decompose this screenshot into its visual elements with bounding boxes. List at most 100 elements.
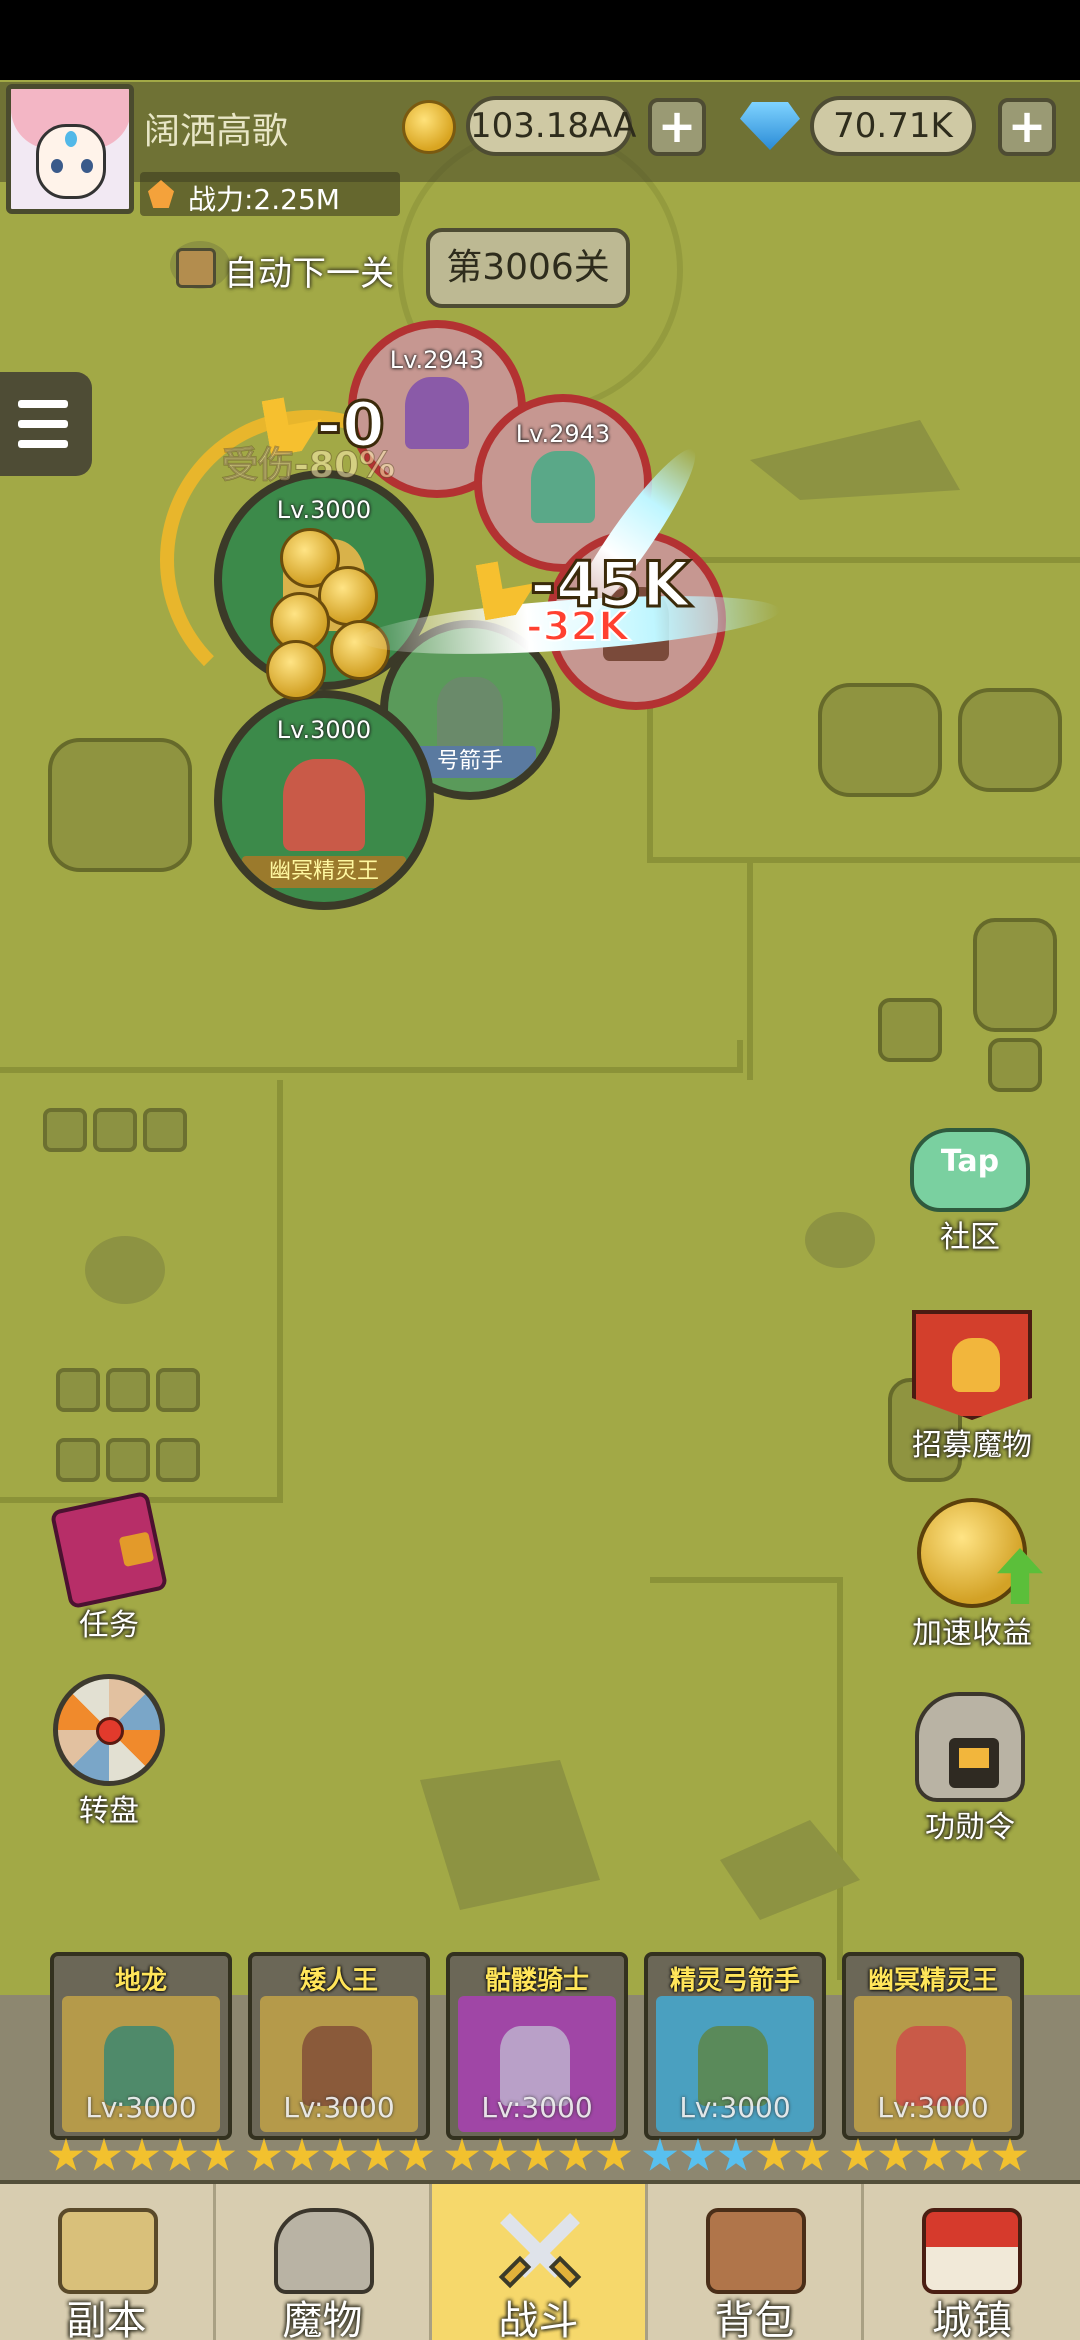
flame-icon — [148, 180, 174, 208]
player-avatar[interactable] — [6, 84, 134, 214]
star-icon — [954, 2138, 990, 2171]
tap-cloud-icon: Tap — [910, 1128, 1030, 1212]
hero-name: 矮人王 — [299, 1966, 378, 1996]
hero-card[interactable]: 矮人王 Lv:3000 — [248, 1952, 430, 2140]
star-icon — [520, 2138, 556, 2171]
star-icon — [642, 2138, 678, 2171]
hero-level: Lv:3000 — [679, 2091, 791, 2124]
star-icon — [680, 2138, 716, 2171]
star-icon — [558, 2138, 594, 2171]
star-icon — [360, 2138, 396, 2171]
hero-stars — [642, 2138, 830, 2174]
enemy-figure — [404, 376, 470, 450]
tab-battle[interactable]: 战斗 — [432, 2184, 648, 2340]
star-icon — [322, 2138, 358, 2171]
gem-amount: 70.71K — [810, 96, 976, 156]
star-icon — [48, 2138, 84, 2171]
hero-name: 精灵弓箭手 — [669, 1966, 800, 1996]
ally-figure — [283, 759, 365, 851]
debuff-text: 受伤-80% — [221, 445, 396, 487]
hero-stars — [246, 2138, 434, 2174]
recruit-banner-icon — [912, 1310, 1032, 1420]
star-icon — [878, 2138, 914, 2171]
star-icon — [992, 2138, 1028, 2171]
ally-unit[interactable]: Lv.3000 幽冥精灵王 — [214, 690, 434, 910]
town-shop-icon — [922, 2208, 1022, 2294]
hero-name: 骷髅骑士 — [484, 1966, 589, 1996]
hero-name: 幽冥精灵王 — [867, 1966, 998, 1996]
hamburger-menu-button[interactable] — [0, 372, 92, 476]
hero-level: Lv:3000 — [481, 2091, 593, 2124]
tab-label: 魔物 — [282, 2298, 363, 2340]
star-icon — [200, 2138, 236, 2171]
tab-label: 副本 — [66, 2298, 147, 2340]
hero-name: 地龙 — [114, 1966, 167, 1996]
hero-card[interactable]: 精灵弓箭手 Lv:3000 — [644, 1952, 826, 2140]
star-icon — [596, 2138, 632, 2171]
tab-monsters[interactable]: 魔物 — [216, 2184, 432, 2340]
tasks-label: 任务 — [79, 1608, 139, 1643]
hero-stars — [840, 2138, 1028, 2174]
add-gems-button[interactable]: + — [998, 98, 1056, 156]
boost-income-label: 加速收益 — [912, 1616, 1032, 1651]
crossed-swords-icon — [490, 2208, 590, 2294]
enemy-figure — [530, 450, 596, 524]
hero-card[interactable]: 地龙 Lv:3000 — [50, 1952, 232, 2140]
tab-label: 背包 — [714, 2298, 795, 2340]
tab-backpack[interactable]: 背包 — [648, 2184, 864, 2340]
add-gold-button[interactable]: + — [648, 98, 706, 156]
hero-stars — [444, 2138, 632, 2174]
star-icon — [482, 2138, 518, 2171]
tab-town[interactable]: 城镇 — [864, 2184, 1080, 2340]
bottom-nav: 副本 魔物 战斗 背包 城镇 — [0, 2180, 1080, 2340]
map-scroll-icon — [58, 2208, 158, 2294]
avatar-gem — [65, 131, 77, 147]
menu-line-icon — [18, 400, 68, 408]
tasks-button[interactable]: 任务 — [44, 1490, 174, 1644]
menu-line-icon — [18, 440, 68, 448]
gold-amount: 103.18AA — [466, 96, 636, 156]
combat-power-value: 战力:2.25M — [188, 183, 340, 216]
avatar-eye-left — [51, 159, 63, 173]
damage-number: -32K — [525, 603, 630, 651]
tab-dungeon[interactable]: 副本 — [0, 2184, 216, 2340]
star-icon — [86, 2138, 122, 2171]
helmet-icon — [915, 1692, 1025, 1802]
star-icon — [124, 2138, 160, 2171]
boost-income-button[interactable]: 加速收益 — [894, 1498, 1050, 1652]
coin-drop-icon — [266, 640, 326, 700]
ally-level: Lv.3000 — [276, 716, 372, 744]
hero-card[interactable]: 幽冥精灵王 Lv:3000 — [842, 1952, 1024, 2140]
enemy-level: Lv.2943 — [389, 346, 485, 374]
auto-next-checkbox[interactable] — [176, 248, 216, 288]
star-icon — [916, 2138, 952, 2171]
star-icon — [840, 2138, 876, 2171]
recruit-label: 招募魔物 — [912, 1428, 1032, 1463]
hero-stars — [48, 2138, 236, 2174]
wheel-label: 转盘 — [79, 1794, 139, 1829]
monster-helmet-icon — [274, 2208, 374, 2294]
menu-line-icon — [18, 420, 68, 428]
star-icon — [756, 2138, 792, 2171]
star-icon — [794, 2138, 830, 2171]
tab-label: 战斗 — [498, 2298, 579, 2340]
star-icon — [444, 2138, 480, 2171]
wheel-icon — [53, 1674, 165, 1786]
merit-order-button[interactable]: 功勋令 — [900, 1692, 1040, 1846]
avatar-eye-right — [81, 159, 93, 173]
auto-next-label[interactable]: 自动下一关 — [224, 246, 394, 295]
status-bar — [0, 0, 1080, 80]
hero-level: Lv:3000 — [283, 2091, 395, 2124]
combat-power: 战力:2.25M — [140, 172, 400, 216]
coin-boost-icon — [917, 1498, 1043, 1608]
book-icon — [49, 1490, 169, 1610]
community-button[interactable]: Tap 社区 — [900, 1128, 1040, 1256]
wheel-button[interactable]: 转盘 — [44, 1674, 174, 1830]
recruit-button[interactable]: 招募魔物 — [894, 1310, 1050, 1464]
community-label: 社区 — [940, 1220, 1000, 1255]
star-icon — [718, 2138, 754, 2171]
enemy-level: Lv.2943 — [515, 420, 611, 448]
ally-name: 幽冥精灵王 — [242, 856, 406, 888]
hero-card[interactable]: 骷髅骑士 Lv:3000 — [446, 1952, 628, 2140]
player-name: 阔洒高歌 — [144, 111, 289, 152]
